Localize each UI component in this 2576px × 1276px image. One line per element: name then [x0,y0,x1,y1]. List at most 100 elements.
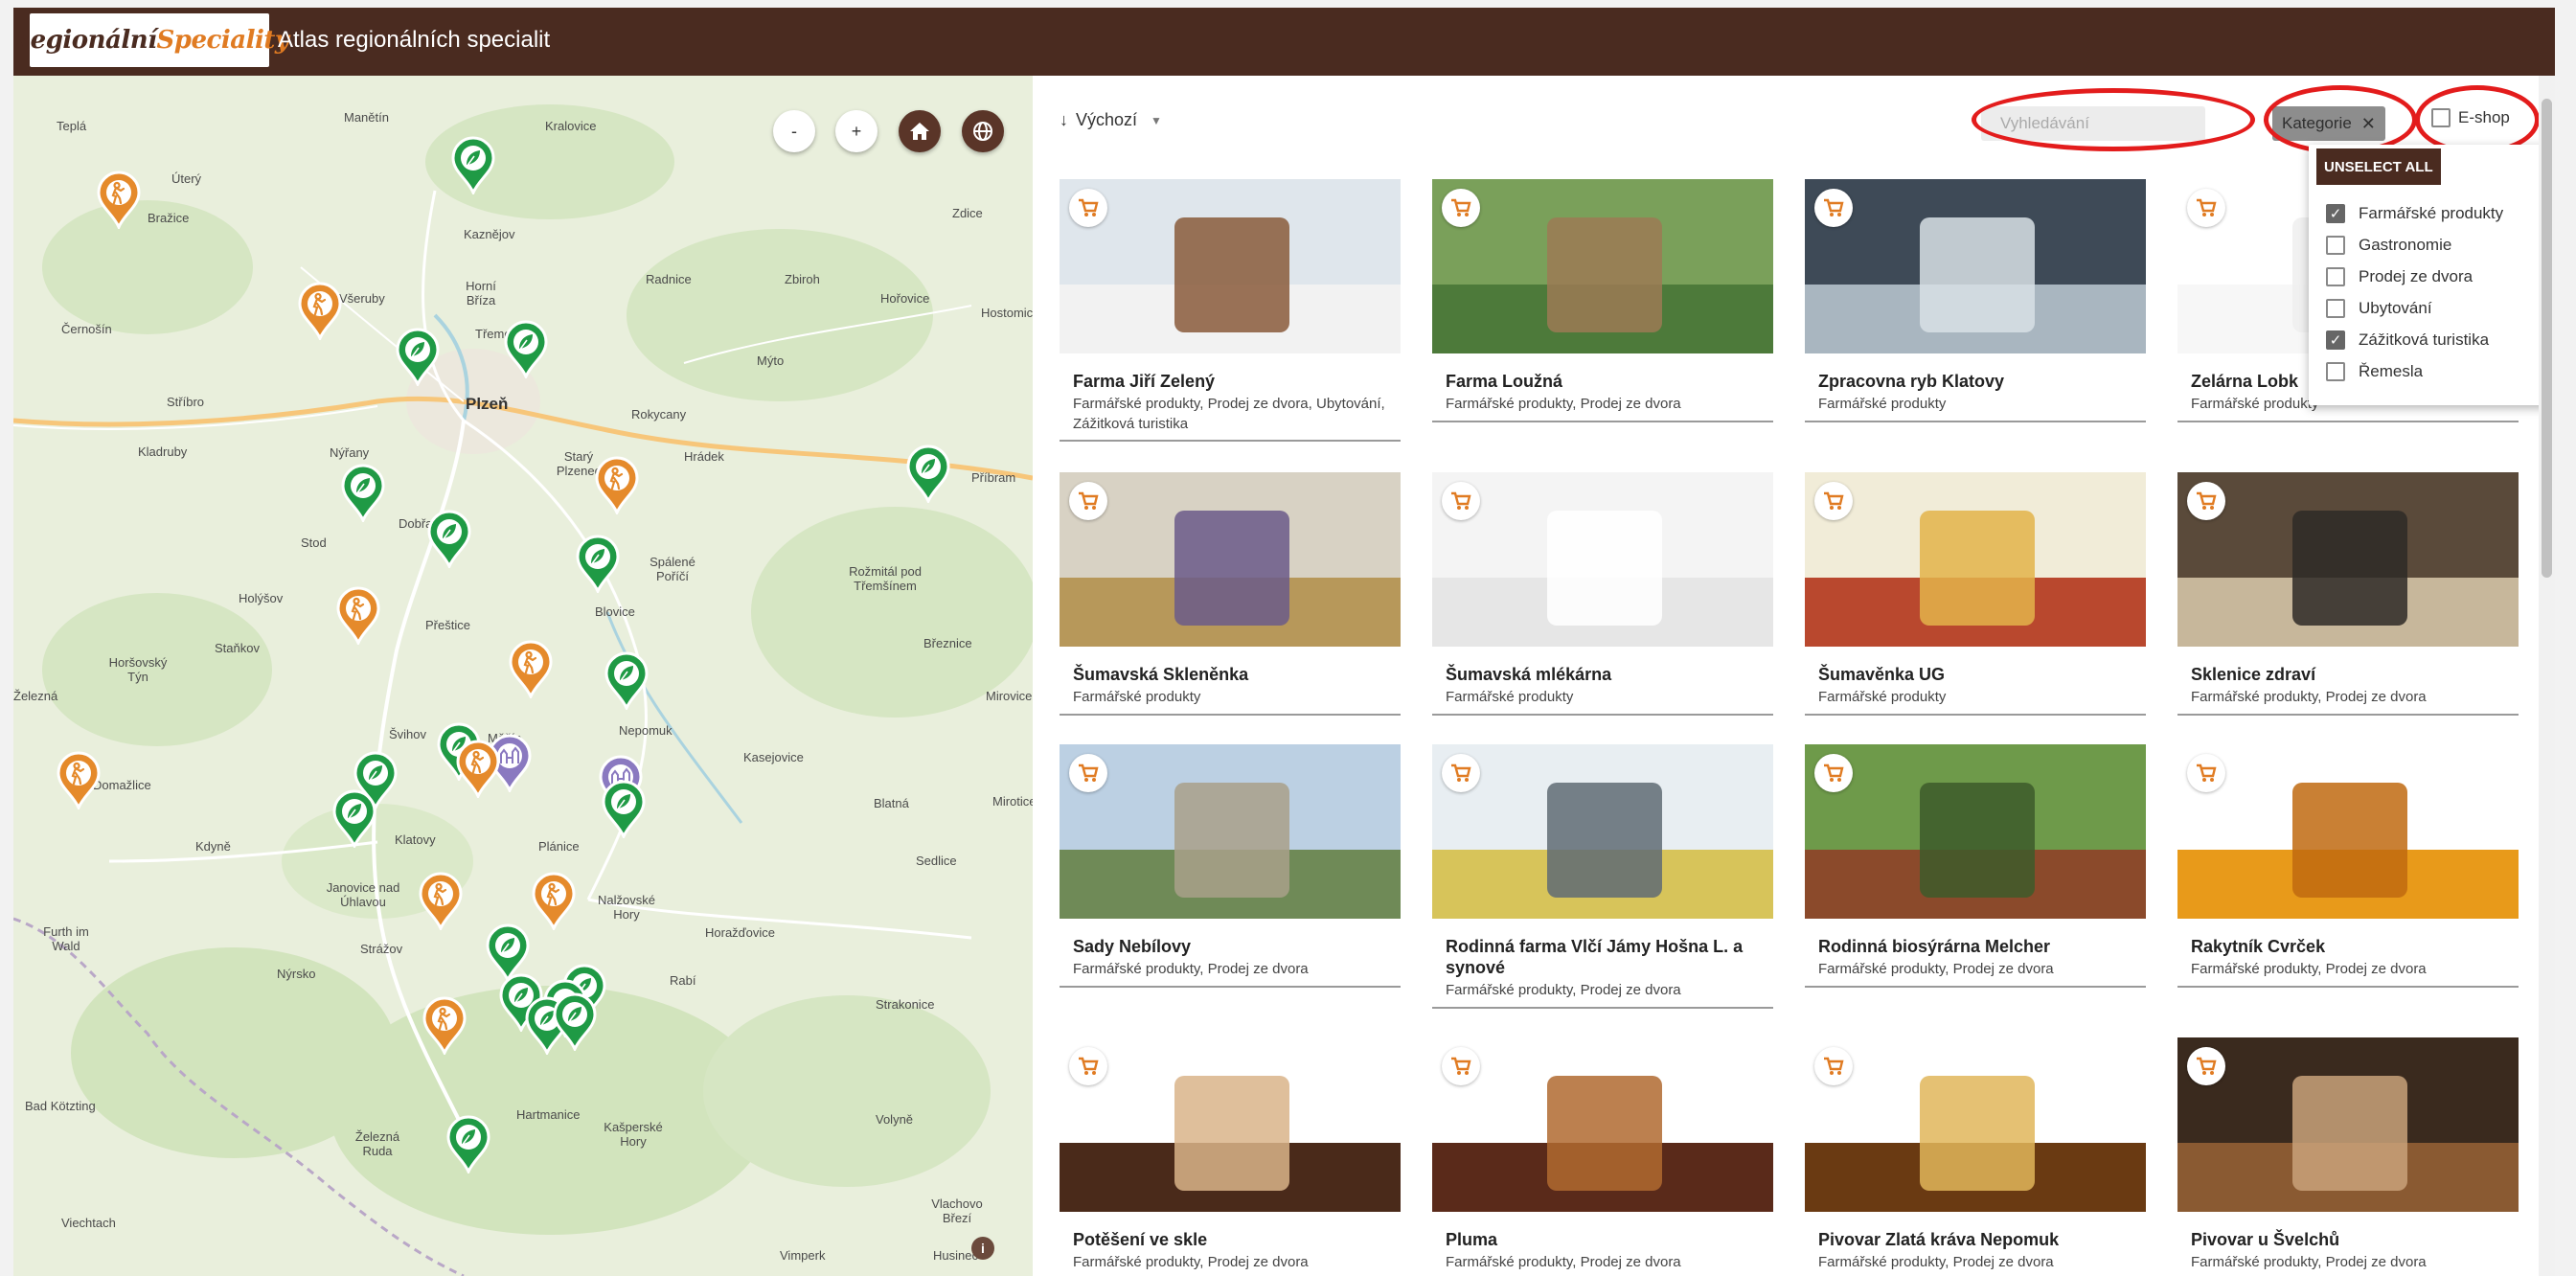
product-name[interactable]: Farma Jiří Zelený [1073,371,1399,392]
layers-button[interactable] [962,110,1004,152]
product-image[interactable] [2177,744,2519,919]
cart-icon[interactable] [1814,482,1853,520]
map-pin-hiking[interactable] [55,750,103,811]
option-checkbox[interactable] [2326,299,2345,318]
product-name[interactable]: Potěšení ve skle [1073,1229,1399,1250]
product-name[interactable]: Zpracovna ryb Klatovy [1818,371,2144,392]
product-name[interactable]: Šumavská Skleněnka [1073,664,1399,685]
map-pin-farm[interactable] [445,1114,492,1175]
site-logo[interactable]: Regionální Speciality [13,13,289,67]
map-pin-hiking[interactable] [507,639,555,700]
eshop-checkbox[interactable] [2431,108,2451,127]
category-option[interactable]: Prodej ze dvora [2326,267,2473,286]
product-name[interactable]: Šumavěnka UG [1818,664,2144,685]
option-checkbox[interactable]: ✓ [2326,204,2345,223]
option-checkbox[interactable]: ✓ [2326,330,2345,350]
map-pin-farm[interactable] [449,135,497,196]
product-image[interactable] [1432,472,1773,647]
sort-dropdown[interactable]: ↓ Výchozí ▼ [1060,110,1162,130]
map-pin-hiking[interactable] [530,871,578,932]
cart-icon[interactable] [1069,482,1107,520]
product-name[interactable]: Sklenice zdraví [2191,664,2517,685]
cart-icon[interactable] [1069,189,1107,227]
map-pin-farm[interactable] [331,788,378,850]
cart-icon[interactable] [1442,482,1480,520]
town-label: Všeruby [339,291,385,306]
product-name[interactable]: Pluma [1446,1229,1771,1250]
cart-icon[interactable] [1814,1047,1853,1085]
product-image[interactable] [1805,744,2146,919]
cart-icon[interactable] [1442,1047,1480,1085]
product-name[interactable]: Rodinná biosýrárna Melcher [1818,936,2144,957]
product-name[interactable]: Farma Loužná [1446,371,1771,392]
zoom-in-button[interactable]: + [835,110,878,152]
product-image[interactable] [2177,472,2519,647]
map-pin-hiking[interactable] [454,739,502,800]
map-pin-hiking[interactable] [334,585,382,647]
town-label: Přeštice [425,618,470,632]
map-pin-farm[interactable] [502,319,550,380]
cart-icon[interactable] [2187,754,2225,792]
product-image[interactable] [1060,179,1401,353]
map-pin-hiking[interactable] [593,455,641,516]
product-categories: Farmářské produkty, Prodej ze dvora [2191,961,2427,977]
product-image[interactable] [2177,1037,2519,1212]
map-info-button[interactable]: i [971,1237,994,1260]
category-option[interactable]: Ubytování [2326,299,2432,318]
unselect-all-button[interactable]: UNSELECT ALL [2316,148,2441,185]
cart-icon[interactable] [2187,482,2225,520]
product-name[interactable]: Rodinná farma Vlčí Jámy Hošna L. a synov… [1446,936,1771,978]
product-image[interactable] [1805,1037,2146,1212]
map-pin-hiking[interactable] [95,170,143,231]
cart-icon[interactable] [1069,754,1107,792]
product-image[interactable] [1432,1037,1773,1212]
product-image[interactable] [1805,472,2146,647]
map-pin-hiking[interactable] [421,995,468,1057]
map-pin-farm[interactable] [574,534,622,595]
home-button[interactable] [899,110,941,152]
eshop-filter[interactable]: E-shop [2431,108,2510,127]
product-name[interactable]: Šumavská mlékárna [1446,664,1771,685]
product-name[interactable]: Sady Nebílovy [1073,936,1399,957]
cart-icon[interactable] [1814,754,1853,792]
product-name[interactable]: Pivovar Zlatá kráva Nepomuk [1818,1229,2144,1250]
scrollbar[interactable] [2539,76,2555,1276]
map-pin-farm[interactable] [551,991,599,1053]
zoom-out-button[interactable]: - [773,110,815,152]
cart-icon[interactable] [1442,189,1480,227]
cart-icon[interactable] [1069,1047,1107,1085]
cart-icon[interactable] [1814,189,1853,227]
category-option[interactable]: Řemesla [2326,362,2423,381]
map-pin-farm[interactable] [339,463,387,524]
map-pin-farm[interactable] [904,444,952,505]
product-image[interactable] [1432,179,1773,353]
product-image[interactable] [1060,1037,1401,1212]
cart-icon[interactable] [2187,189,2225,227]
option-checkbox[interactable] [2326,267,2345,286]
map-view[interactable]: Teplá Manětín Kralovice Úterý Bražice Ka… [13,76,1033,1276]
cart-icon[interactable] [2187,1047,2225,1085]
product-image[interactable] [1805,179,2146,353]
category-filter-chip[interactable]: Kategorie ✕ [2272,106,2385,141]
option-checkbox[interactable] [2326,362,2345,381]
map-pin-hiking[interactable] [417,871,465,932]
product-image[interactable] [1060,744,1401,919]
map-pin-farm[interactable] [600,779,648,840]
product-categories: Farmářské produkty [1818,396,1947,412]
scrollbar-thumb[interactable] [2542,99,2552,578]
product-image[interactable] [1432,744,1773,919]
category-option[interactable]: ✓ Zážitková turistika [2326,330,2489,350]
category-option[interactable]: Gastronomie [2326,236,2451,255]
map-pin-farm[interactable] [394,327,442,388]
map-pin-hiking[interactable] [296,281,344,342]
close-icon[interactable]: ✕ [2361,114,2376,134]
option-checkbox[interactable] [2326,236,2345,255]
map-pin-farm[interactable] [603,650,650,712]
map-pin-farm[interactable] [425,509,473,570]
search-input[interactable] [1981,106,2205,141]
product-name[interactable]: Pivovar u Švelchů [2191,1229,2517,1250]
product-name[interactable]: Rakytník Cvrček [2191,936,2517,957]
product-image[interactable] [1060,472,1401,647]
category-option[interactable]: ✓ Farmářské produkty [2326,204,2503,223]
cart-icon[interactable] [1442,754,1480,792]
